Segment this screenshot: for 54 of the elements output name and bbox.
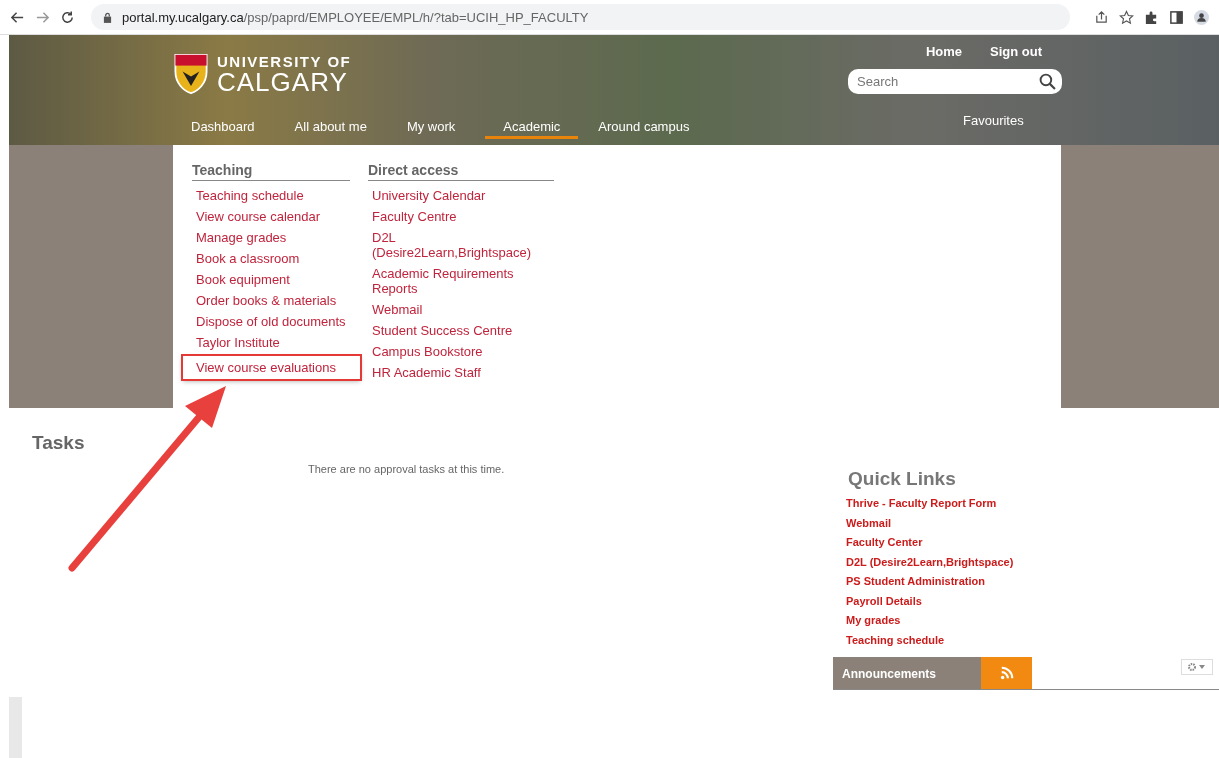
menu-link[interactable]: View course evaluations bbox=[183, 356, 360, 379]
rss-icon bbox=[999, 666, 1014, 680]
menu-link[interactable]: Dispose of old documents bbox=[192, 311, 350, 332]
menu-link[interactable]: Webmail bbox=[368, 299, 554, 320]
nav-tab[interactable]: Dashboard bbox=[181, 113, 275, 139]
settings-icon bbox=[1187, 662, 1207, 672]
menu-link[interactable]: Book a classroom bbox=[192, 248, 350, 269]
menu-link[interactable]: Taylor Institute bbox=[192, 332, 350, 353]
quick-link[interactable]: PS Student Administration bbox=[846, 574, 1219, 588]
quick-link[interactable]: Thrive - Faculty Report Form bbox=[846, 496, 1219, 510]
quick-link[interactable]: D2L (Desire2Learn,Brightspace) bbox=[846, 554, 1219, 569]
address-bar[interactable]: portal.my.ucalgary.ca/psp/paprd/EMPLOYEE/EMPL/h/?tab=UCIH_HP_FACULTY bbox=[91, 4, 1070, 30]
menu-link[interactable]: Book equipment bbox=[192, 269, 350, 290]
menu-link[interactable]: Teaching schedule bbox=[192, 185, 350, 206]
menu-link[interactable]: Order books & materials bbox=[192, 290, 350, 311]
header-link[interactable]: Sign out bbox=[990, 44, 1042, 59]
lock-icon bbox=[103, 11, 112, 23]
reload-icon[interactable] bbox=[60, 9, 75, 25]
quick-link[interactable]: Webmail bbox=[846, 515, 1219, 530]
nav-tab[interactable]: Academic bbox=[485, 113, 579, 139]
search-field[interactable]: Search bbox=[848, 69, 1062, 94]
menu-heading: Teaching bbox=[192, 162, 350, 181]
nav-tab[interactable]: Around campus bbox=[588, 113, 710, 139]
tasks-heading: Tasks bbox=[32, 432, 86, 454]
search-icon[interactable] bbox=[1039, 73, 1056, 90]
menu-link[interactable]: View course calendar bbox=[192, 206, 350, 227]
menu-link[interactable]: Academic Requirements Reports bbox=[368, 263, 554, 299]
tasks-message: There are no approval tasks at this time. bbox=[308, 463, 506, 475]
settings-dropdown[interactable] bbox=[1181, 659, 1213, 675]
menu-heading: Direct access bbox=[368, 162, 554, 181]
share-icon[interactable] bbox=[1094, 9, 1109, 25]
quick-link[interactable]: Faculty Center bbox=[846, 535, 1219, 549]
menu-link[interactable]: D2L (Desire2Learn,Brightspace) bbox=[368, 227, 554, 263]
menu-link[interactable]: HR Academic Staff bbox=[368, 362, 554, 383]
menu-link[interactable]: Campus Bookstore bbox=[368, 341, 554, 362]
menu-link[interactable]: University Calendar bbox=[368, 185, 554, 206]
menu-link[interactable]: Manage grades bbox=[192, 227, 350, 248]
star-icon[interactable] bbox=[1119, 9, 1134, 25]
quick-link[interactable]: Teaching schedule bbox=[846, 632, 1219, 647]
university-logo-text[interactable]: UNIVERSITY OF CALGARY bbox=[217, 53, 352, 95]
quick-link[interactable]: My grades bbox=[846, 613, 1219, 627]
sidebar-icon[interactable] bbox=[1169, 9, 1184, 25]
announcements-tab[interactable]: Announcements bbox=[833, 657, 981, 689]
favourites-link[interactable]: Favourites bbox=[963, 113, 1024, 128]
nav-tab[interactable]: All about me bbox=[284, 113, 387, 139]
shield-crest-icon[interactable] bbox=[173, 52, 209, 96]
menu-link[interactable]: Student Success Centre bbox=[368, 320, 554, 341]
puzzle-icon[interactable] bbox=[1144, 9, 1159, 25]
nav-tab[interactable]: My work bbox=[396, 113, 476, 139]
quick-link[interactable]: Payroll Details bbox=[846, 593, 1219, 608]
header-link[interactable]: Home bbox=[925, 44, 962, 59]
profile-icon[interactable] bbox=[1194, 9, 1209, 25]
quick-links-heading: Quick Links bbox=[848, 468, 957, 490]
menu-link[interactable]: Faculty Centre bbox=[368, 206, 554, 227]
